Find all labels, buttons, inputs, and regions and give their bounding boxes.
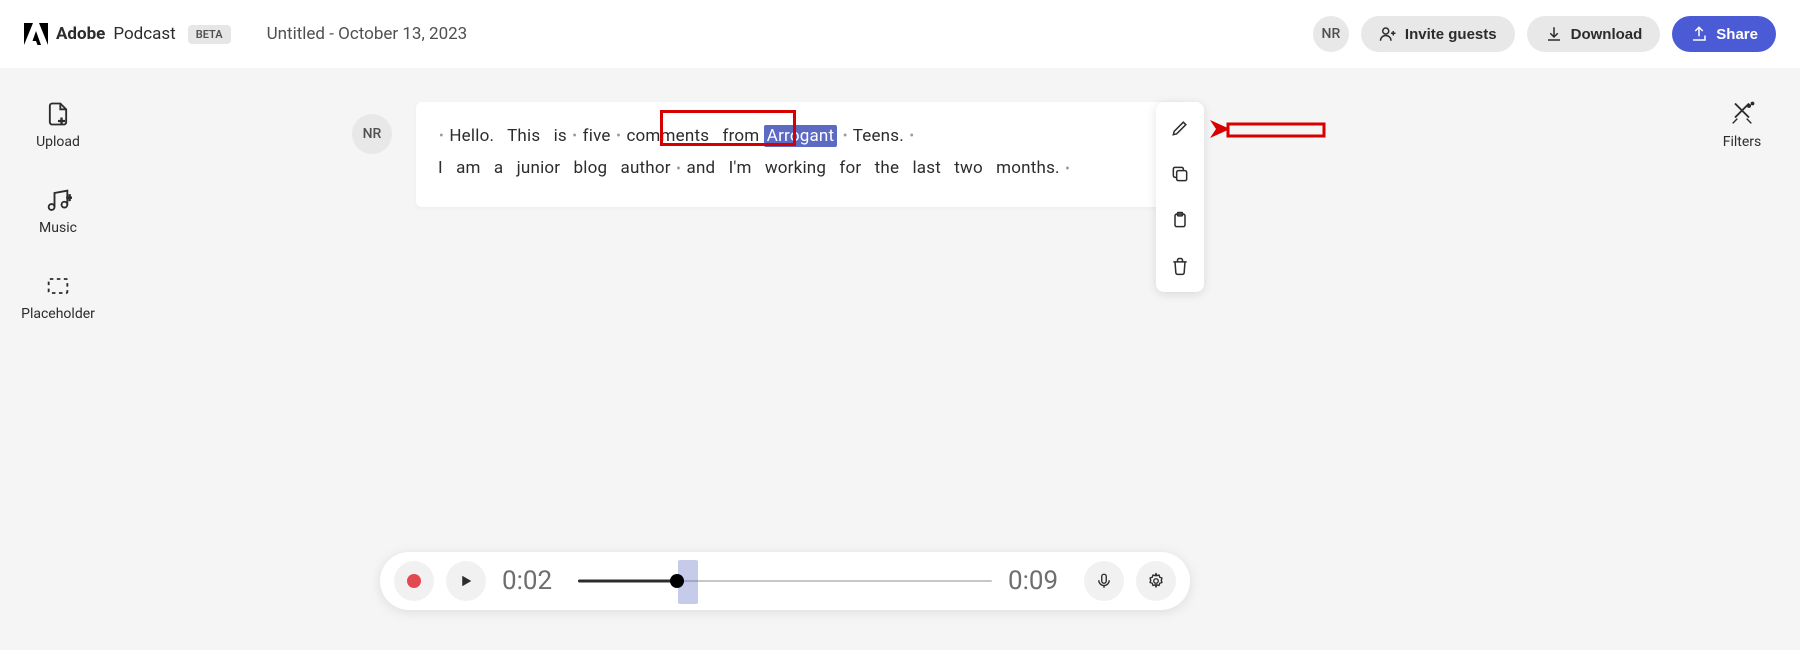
pencil-icon [1170,118,1190,138]
sidebar-item-label: Music [39,220,77,236]
transcript-word[interactable]: a [494,158,503,178]
annotation-arrow [1210,114,1330,144]
mic-button[interactable] [1084,561,1124,601]
sidebar-item-label: Filters [1723,134,1762,150]
upload-icon [44,100,72,128]
transcript-word[interactable]: am [456,158,481,178]
placeholder-icon [44,272,72,300]
word-gap-dot: • [843,128,848,144]
invite-label: Invite guests [1405,26,1497,43]
sidebar-item-label: Placeholder [21,306,95,322]
trash-icon [1170,256,1190,276]
selection-toolbar [1156,102,1204,292]
transcript-word[interactable]: Teens. [853,126,904,146]
transcript-word[interactable]: working [765,158,826,178]
sidebar-item-label: Upload [36,134,80,150]
transcript-word[interactable]: for [839,158,861,178]
edit-button[interactable] [1164,112,1196,144]
share-button[interactable]: Share [1672,16,1776,52]
track-thumb[interactable] [670,574,684,588]
play-button[interactable] [446,561,486,601]
transcript-word[interactable]: This [507,126,540,146]
transcript-word[interactable]: last [912,158,941,178]
word-gap-dot: • [572,128,577,144]
project-title[interactable]: Untitled - October 13, 2023 [267,24,468,44]
transcript-line-1[interactable]: • Hello. This is • five • comments from … [438,120,1164,152]
record-button[interactable] [394,561,434,601]
music-icon [44,186,72,214]
transcript-line-2[interactable]: I am a junior blog author • and I'm work… [438,152,1164,184]
transcript-word[interactable]: five [583,126,611,146]
current-time: 0:02 [502,566,562,596]
avatar[interactable]: NR [1313,16,1349,52]
word-gap-dot: • [676,161,681,177]
transcript-word[interactable]: Hello. [449,126,494,146]
transcript-word[interactable]: and [687,158,716,178]
download-icon [1545,25,1563,43]
speaker-avatar[interactable]: NR [352,114,392,154]
download-label: Download [1571,26,1643,43]
playbar: 0:02 0:09 [380,552,1190,610]
gear-icon [1147,572,1165,590]
invite-guests-button[interactable]: Invite guests [1361,16,1515,52]
transcript-word[interactable]: comments [626,126,709,146]
transcript-word[interactable]: I [438,158,443,178]
mic-icon [1095,572,1113,590]
left-rail: Upload Music Placeholder [0,68,116,322]
share-label: Share [1716,26,1758,43]
sidebar-item-music[interactable]: Music [39,186,77,236]
clipboard-icon [1170,210,1190,230]
adobe-logo-icon [24,23,48,45]
timeline-track[interactable] [578,578,992,584]
delete-button[interactable] [1164,250,1196,282]
filters-icon [1728,100,1756,128]
app-header: Adobe Podcast BETA Untitled - October 13… [0,0,1800,68]
sidebar-item-placeholder[interactable]: Placeholder [21,272,95,322]
right-rail: Filters [1684,68,1800,150]
download-button[interactable]: Download [1527,16,1661,52]
copy-icon [1170,164,1190,184]
play-icon [457,572,475,590]
total-time: 0:09 [1008,566,1068,596]
transcript-word[interactable]: author [621,158,671,178]
sidebar-item-filters[interactable]: Filters [1723,100,1762,150]
transcript-word[interactable]: junior [517,158,561,178]
transcript-word[interactable]: from [722,126,759,146]
transcript-word[interactable]: two [954,158,983,178]
word-gap-dot: • [616,128,621,144]
invite-icon [1379,25,1397,43]
brand: Adobe Podcast BETA [24,23,231,45]
sidebar-item-upload[interactable]: Upload [36,100,80,150]
track-fill [578,580,677,583]
clipboard-button[interactable] [1164,204,1196,236]
beta-badge: BETA [188,25,231,44]
transcript-word-selected[interactable]: Arrogant [764,125,837,147]
word-gap-dot: • [909,128,914,144]
transcript-word[interactable]: the [875,158,900,178]
transcript-word[interactable]: months. [996,158,1060,178]
word-gap-dot: • [1065,161,1070,177]
transcript-word[interactable]: blog [574,158,608,178]
brand-regular: Podcast [113,24,175,44]
record-dot-icon [407,574,421,588]
copy-button[interactable] [1164,158,1196,190]
share-icon [1690,25,1708,43]
transcript-block[interactable]: NR • Hello. This is • five • comments fr… [416,102,1186,207]
word-gap-dot: • [439,128,444,144]
transcript-word[interactable]: is [554,126,567,146]
settings-button[interactable] [1136,561,1176,601]
transcript-word[interactable]: I'm [729,158,752,178]
brand-bold: Adobe [56,24,105,44]
